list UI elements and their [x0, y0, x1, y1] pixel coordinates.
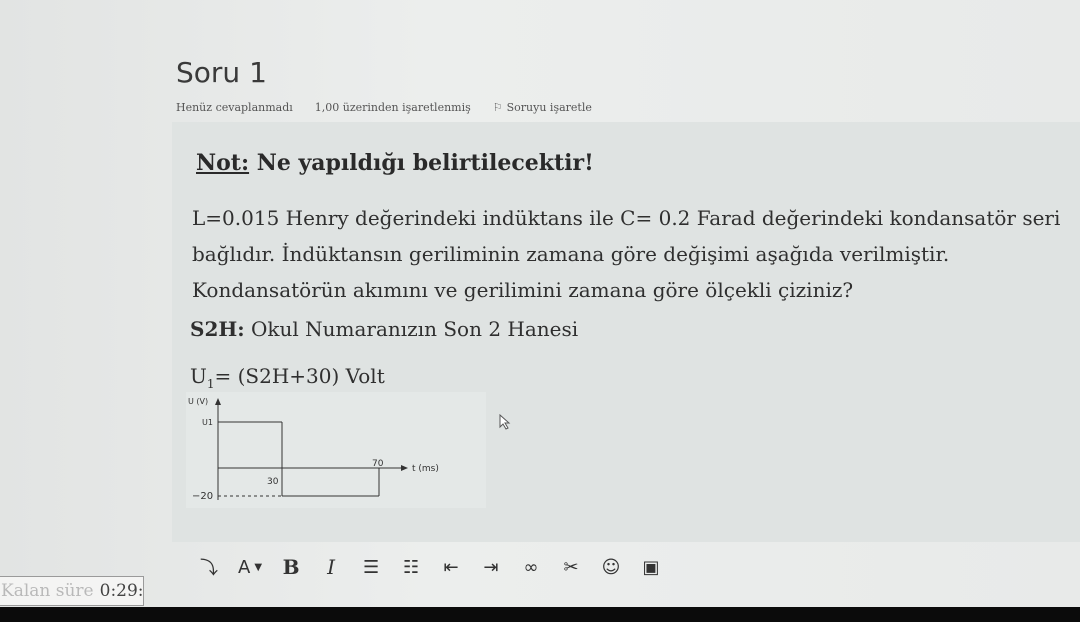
- timer-label: Kalan süre: [1, 581, 94, 601]
- outdent-icon[interactable]: ⇤: [440, 553, 462, 581]
- italic-button[interactable]: I: [320, 553, 342, 581]
- question-points: 1,00 üzerinden işaretlenmiş: [314, 101, 471, 114]
- question-info-row: Henüz cevaplanmadı 1,00 üzerinden işaret…: [176, 101, 592, 114]
- flag-icon: ⚐: [492, 101, 503, 114]
- timer-value: 0:29:33: [99, 581, 144, 601]
- neg-tick-label: −20: [192, 491, 213, 502]
- x-axis-label: t (ms): [412, 464, 439, 474]
- mouse-cursor-icon: [499, 414, 511, 430]
- t1-tick-label: 30: [267, 477, 279, 487]
- link-icon[interactable]: ∞: [520, 553, 542, 581]
- flag-question-label: Soruyu işaretle: [506, 101, 592, 114]
- bold-button[interactable]: B: [280, 553, 302, 581]
- u1-text: = (S2H+30) Volt: [214, 364, 385, 388]
- question-title: Soru 1: [176, 56, 267, 89]
- u1-tick-label: U1: [202, 418, 213, 427]
- flag-question-link[interactable]: ⚐ Soruyu işaretle: [493, 101, 592, 114]
- note-text: Ne yapıldığı belirtilecektir!: [249, 150, 594, 176]
- unlink-icon[interactable]: ✂: [560, 553, 582, 581]
- s2h-label: S2H:: [190, 317, 245, 341]
- font-color-button[interactable]: A ▼: [238, 553, 262, 581]
- t2-tick-label: 70: [372, 459, 384, 469]
- s2h-line: S2H: Okul Numaranızın Son 2 Hanesi: [190, 317, 578, 341]
- font-color-icon: A: [238, 556, 251, 578]
- caret-down-icon: ▼: [254, 561, 263, 573]
- emoji-icon[interactable]: ☺: [600, 553, 622, 581]
- bottom-bar: [0, 607, 1080, 622]
- question-paragraph: L=0.015 Henry değerindeki indüktans ile …: [192, 206, 1061, 302]
- note-label: Not:: [196, 150, 250, 176]
- question-status: Henüz cevaplanmadı: [176, 101, 293, 114]
- ordered-list-icon[interactable]: ☷: [400, 553, 422, 581]
- indent-icon[interactable]: ⇥: [480, 553, 502, 581]
- voltage-graph-svg: U (V) U1 −20 30 70 t (ms): [188, 397, 439, 502]
- x-axis-arrow: [401, 465, 408, 471]
- y-axis-label: U (V): [188, 397, 208, 406]
- unordered-list-icon[interactable]: ☰: [360, 553, 382, 581]
- image-icon[interactable]: ▣: [640, 553, 662, 581]
- u1-subscript: 1: [206, 377, 215, 391]
- y-axis-arrow: [215, 398, 221, 405]
- s2h-text: Okul Numaranızın Son 2 Hanesi: [244, 317, 579, 341]
- u1-prefix: U: [190, 364, 207, 388]
- paragraph-icon[interactable]: ⤵: [198, 553, 220, 581]
- time-remaining-box: Kalan süre 0:29:33: [0, 576, 144, 606]
- u1-line: U1= (S2H+30) Volt: [190, 364, 385, 391]
- note-line: Not: Ne yapıldığı belirtilecektir!: [196, 150, 594, 176]
- editor-toolbar: ⤵ A ▼ B I ☰ ☷ ⇤ ⇥ ∞ ✂ ☺ ▣: [186, 546, 1080, 588]
- voltage-graph: U (V) U1 −20 30 70 t (ms): [186, 392, 486, 508]
